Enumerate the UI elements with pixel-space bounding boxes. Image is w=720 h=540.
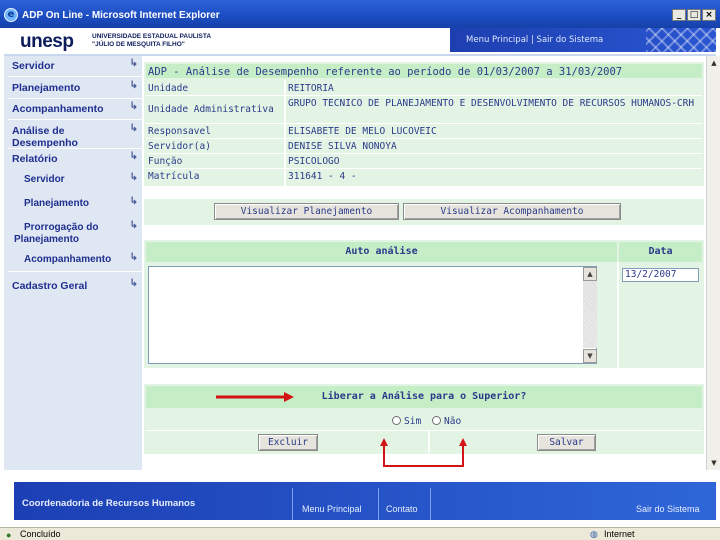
date-header: Data [619, 242, 702, 262]
textarea-scroll-track[interactable] [583, 281, 597, 348]
sidebar-item-relatorio[interactable]: Relatório ↳ [4, 151, 142, 167]
submenu-arrow-icon: ↳ [129, 252, 138, 263]
submenu-arrow-icon: ↳ [129, 80, 138, 91]
internet-explorer-icon: e [4, 8, 18, 22]
textarea-scroll-down-icon[interactable]: ▼ [583, 349, 597, 363]
footer-link-contact[interactable]: Contato [386, 504, 418, 514]
release-yes-label: Sim [404, 416, 422, 427]
page-done-icon: ● [6, 530, 12, 540]
sidebar-item-analise-desempenho[interactable]: Análise de Desempenho ↳ [4, 123, 142, 149]
sidebar-subitem-acompanhamento[interactable]: Acompanhamento ↳ [4, 252, 142, 268]
view-followup-button[interactable]: Visualizar Acompanhamento [403, 203, 621, 220]
scroll-down-icon[interactable]: ▼ [707, 456, 720, 470]
browser-status-bar: ● Concluído ◍ Internet [0, 527, 720, 540]
label-matricula: Matrícula [148, 171, 200, 182]
label-responsavel: Responsavel [148, 126, 211, 137]
self-analysis-header: Auto análise [146, 242, 617, 262]
analysis-period-title: ADP - Análise de Desempenho referente ao… [148, 66, 623, 78]
sidebar-item-acompanhamento[interactable]: Acompanhamento ↳ [4, 101, 142, 117]
delete-button[interactable]: Excluir [258, 434, 318, 451]
status-text: Concluído [20, 529, 61, 539]
save-button[interactable]: Salvar [537, 434, 596, 451]
release-question: Liberar a Análise para o Superior? [146, 386, 702, 408]
window-title-bar: e ADP On Line - Microsoft Internet Explo… [0, 0, 720, 28]
page-scrollbar[interactable]: ▲ ▼ [706, 56, 720, 470]
value-matricula: 311641 - 4 - [288, 171, 357, 182]
submenu-arrow-icon: ↳ [129, 123, 138, 134]
value-unidade: REITORIA [288, 83, 334, 94]
submenu-arrow-icon: ↳ [129, 278, 138, 289]
sidebar-item-planejamento[interactable]: Planejamento ↳ [4, 80, 142, 96]
window-title: ADP On Line - Microsoft Internet Explore… [22, 10, 220, 21]
scroll-up-icon[interactable]: ▲ [707, 56, 720, 70]
footer-link-exit[interactable]: Sair do Sistema [636, 504, 700, 514]
footer-link-menu[interactable]: Menu Principal [302, 504, 362, 514]
analysis-date-field[interactable]: 13/2/2007 [622, 268, 699, 282]
submenu-arrow-icon: ↳ [129, 172, 138, 183]
value-responsavel: ELISABETE DE MELO LUCOVEIC [288, 126, 437, 137]
site-footer: Coordenadoria de Recursos Humanos Menu P… [14, 482, 716, 520]
close-button[interactable]: × [702, 9, 716, 21]
submenu-arrow-icon: ↳ [129, 101, 138, 112]
release-no-label: Não [444, 416, 462, 427]
label-unidade: Unidade [148, 83, 189, 94]
internet-zone-icon: ◍ [590, 529, 598, 539]
label-unidade-administrativa: Unidade Administrativa [148, 104, 274, 115]
submenu-arrow-icon: ↳ [129, 220, 138, 231]
sidebar-item-servidor[interactable]: Servidor ↳ [4, 58, 142, 74]
footer-title: Coordenadoria de Recursos Humanos [22, 498, 196, 509]
release-no-radio[interactable] [432, 416, 441, 425]
top-link-separator: | [530, 35, 534, 45]
label-servidor: Servidor(a) [148, 141, 211, 152]
sidebar-subitem-servidor[interactable]: Servidor ↳ [4, 172, 142, 188]
minimize-button[interactable]: _ [672, 9, 686, 21]
window-controls: _ □ × [672, 9, 716, 21]
university-line-1: UNIVERSIDADE ESTADUAL PAULISTA [92, 33, 212, 40]
sidebar-subitem-prorrogacao[interactable]: Prorrogação do Planejamento ↳ [4, 220, 142, 246]
sidebar-subitem-planejamento[interactable]: Planejamento ↳ [4, 196, 142, 212]
submenu-arrow-icon: ↳ [129, 196, 138, 207]
unesp-logo: unesp [20, 31, 74, 52]
value-funcao: PSICOLOGO [288, 156, 340, 167]
value-servidor: DENISE SILVA NONOYA [288, 141, 397, 152]
university-name: UNIVERSIDADE ESTADUAL PAULISTA "JÚLIO DE… [92, 33, 211, 49]
sidebar: Servidor ↳ Planejamento ↳ Acompanhamento… [4, 56, 142, 470]
header-pattern [646, 28, 716, 52]
top-link-menu[interactable]: Menu Principal [466, 35, 528, 45]
release-yes-radio[interactable] [392, 416, 401, 425]
textarea-scroll-up-icon[interactable]: ▲ [583, 267, 597, 281]
top-navigation: Menu Principal | Sair do Sistema [450, 28, 716, 52]
site-header: unesp UNIVERSIDADE ESTADUAL PAULISTA "JÚ… [4, 28, 716, 55]
label-funcao: Função [148, 156, 183, 167]
submenu-arrow-icon: ↳ [129, 151, 138, 162]
top-link-exit[interactable]: Sair do Sistema [537, 35, 604, 45]
value-unidade-administrativa: GRUPO TÉCNICO DE PLANEJAMENTO E DESENVOL… [288, 98, 695, 109]
submenu-arrow-icon: ↳ [129, 58, 138, 69]
maximize-button[interactable]: □ [687, 9, 701, 21]
sidebar-item-cadastro-geral[interactable]: Cadastro Geral ↳ [4, 278, 142, 294]
zone-text: Internet [604, 529, 635, 539]
self-analysis-textarea[interactable] [148, 266, 597, 364]
university-line-2: "JÚLIO DE MESQUITA FILHO" [92, 41, 185, 48]
view-planning-button[interactable]: Visualizar Planejamento [214, 203, 399, 220]
